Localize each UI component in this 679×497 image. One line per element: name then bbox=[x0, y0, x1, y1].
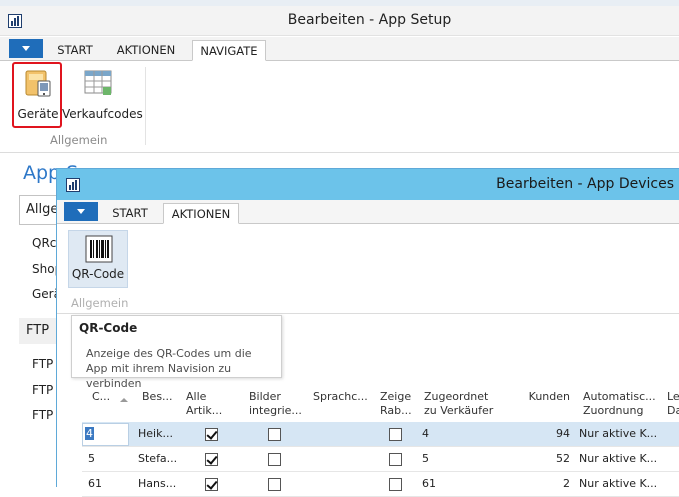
column-header[interactable]: Kunden bbox=[512, 390, 570, 404]
outer-ribbon-tabs: START AKTIONEN NAVIGATE bbox=[0, 37, 679, 61]
column-header[interactable]: Le Da bbox=[667, 390, 679, 418]
name-cell: Stefa... bbox=[138, 452, 178, 465]
qr-code-label: QR-Code bbox=[71, 267, 125, 281]
salesperson-cell: 61 bbox=[422, 477, 436, 490]
column-header-line: Alle bbox=[186, 390, 207, 403]
qr-code-button[interactable]: QR-Code bbox=[68, 230, 128, 288]
column-header-line: Artik... bbox=[186, 404, 223, 417]
app-devices-dialog: Bearbeiten - App Devices START AKTIONEN … bbox=[56, 168, 679, 497]
highlight-annotation bbox=[12, 62, 62, 128]
images-checkbox[interactable] bbox=[268, 478, 281, 491]
dialog-menu-button[interactable] bbox=[64, 202, 98, 221]
column-header-line: Automatisc... bbox=[583, 390, 656, 403]
outer-title-bar: Bearbeiten - App Setup bbox=[0, 6, 679, 36]
column-header-line: zu Verkäufer bbox=[424, 404, 494, 417]
tab-start[interactable]: START bbox=[105, 203, 155, 224]
name-cell: Hans... bbox=[138, 477, 177, 490]
code-cell-editor[interactable]: 4 bbox=[82, 423, 129, 446]
column-header[interactable]: Sprachc... bbox=[313, 390, 368, 404]
ribbon-separator bbox=[145, 67, 146, 145]
table-row[interactable]: 61 Hans... 61 2 Nur aktive K... bbox=[82, 472, 679, 497]
column-header-line: Zeige bbox=[380, 390, 412, 403]
tab-aktionen[interactable]: AKTIONEN bbox=[108, 40, 184, 61]
images-checkbox[interactable] bbox=[268, 428, 281, 441]
column-header-line: Zugeordnet bbox=[424, 390, 489, 403]
qr-code-tooltip: QR-Code Anzeige des QR-Codes um die App … bbox=[71, 315, 282, 390]
column-header-line: integrie... bbox=[249, 404, 302, 417]
sales-codes-button[interactable]: Verkaufcodes bbox=[62, 67, 143, 123]
dialog-title: Bearbeiten - App Devices bbox=[496, 176, 674, 192]
show-discount-checkbox[interactable] bbox=[389, 453, 402, 466]
column-header[interactable]: Zeige Rab... bbox=[380, 390, 412, 418]
field-label-qrcode: QRc bbox=[32, 236, 57, 250]
tab-aktionen[interactable]: AKTIONEN bbox=[163, 203, 239, 224]
column-header-line: Rab... bbox=[380, 404, 412, 417]
code-cell: 5 bbox=[88, 452, 95, 465]
app-logo-icon bbox=[66, 178, 80, 195]
code-cell: 4 bbox=[85, 427, 94, 440]
ftp-field-label: FTP bbox=[32, 357, 54, 371]
table-row[interactable]: 4 Heik... 4 94 Nur aktive K... bbox=[82, 422, 679, 447]
column-header[interactable]: Bes... bbox=[142, 390, 173, 404]
all-items-checkbox[interactable] bbox=[205, 453, 218, 466]
sort-ascending-icon bbox=[120, 398, 128, 402]
column-header[interactable]: Bilder integrie... bbox=[249, 390, 302, 418]
ribbon-group-label: Allgemein bbox=[50, 133, 108, 147]
ribbon-group-label: Allgemein bbox=[71, 296, 129, 310]
sales-codes-label: Verkaufcodes bbox=[62, 107, 143, 121]
fasttab-ftp-label: FTP bbox=[26, 323, 50, 338]
table-grid-icon bbox=[84, 69, 114, 100]
name-cell: Heik... bbox=[138, 427, 173, 440]
table-row[interactable]: 5 Stefa... 5 52 Nur aktive K... bbox=[82, 447, 679, 472]
dialog-ribbon: QR-Code Allgemein bbox=[57, 224, 679, 357]
customers-cell: 52 bbox=[556, 452, 570, 465]
column-header[interactable]: C... bbox=[92, 390, 110, 404]
tab-navigate[interactable]: NAVIGATE bbox=[192, 40, 266, 61]
column-header-line: Zuordnung bbox=[583, 404, 644, 417]
column-header[interactable]: Automatisc... Zuordnung bbox=[583, 390, 656, 418]
images-checkbox[interactable] bbox=[268, 453, 281, 466]
column-header-line: Bilder bbox=[249, 390, 281, 403]
column-header[interactable]: Alle Artik... bbox=[186, 390, 222, 418]
app-menu-button[interactable] bbox=[9, 39, 43, 58]
column-header-line: Le bbox=[667, 390, 679, 403]
barcode-icon bbox=[85, 235, 113, 266]
tooltip-body: Anzeige des QR-Codes um die App mit ihre… bbox=[86, 347, 252, 390]
column-header[interactable]: Zugeordnet zu Verkäufer bbox=[424, 390, 493, 418]
code-cell: 61 bbox=[88, 477, 102, 490]
auto-assign-cell: Nur aktive K... bbox=[579, 477, 658, 490]
all-items-checkbox[interactable] bbox=[205, 428, 218, 441]
tab-start[interactable]: START bbox=[50, 40, 100, 61]
show-discount-checkbox[interactable] bbox=[389, 428, 402, 441]
salesperson-cell: 4 bbox=[422, 427, 429, 440]
auto-assign-cell: Nur aktive K... bbox=[579, 427, 658, 440]
customers-cell: 2 bbox=[563, 477, 570, 490]
fasttab-general-label: Allge bbox=[26, 202, 59, 217]
show-discount-checkbox[interactable] bbox=[389, 478, 402, 491]
auto-assign-cell: Nur aktive K... bbox=[579, 452, 658, 465]
salesperson-cell: 5 bbox=[422, 452, 429, 465]
all-items-checkbox[interactable] bbox=[205, 478, 218, 491]
dialog-title-bar: Bearbeiten - App Devices bbox=[57, 169, 679, 200]
outer-ribbon: Geräte Verkaufcodes Allgemein bbox=[0, 61, 679, 153]
dialog-ribbon-tabs: START AKTIONEN bbox=[57, 200, 679, 224]
ftp-field-label: FTP bbox=[32, 383, 54, 397]
customers-cell: 94 bbox=[556, 427, 570, 440]
window-title: Bearbeiten - App Setup bbox=[287, 12, 452, 28]
ftp-field-label: FTP bbox=[32, 408, 54, 422]
column-header-line: Da bbox=[667, 404, 679, 417]
tooltip-title: QR-Code bbox=[79, 321, 138, 335]
